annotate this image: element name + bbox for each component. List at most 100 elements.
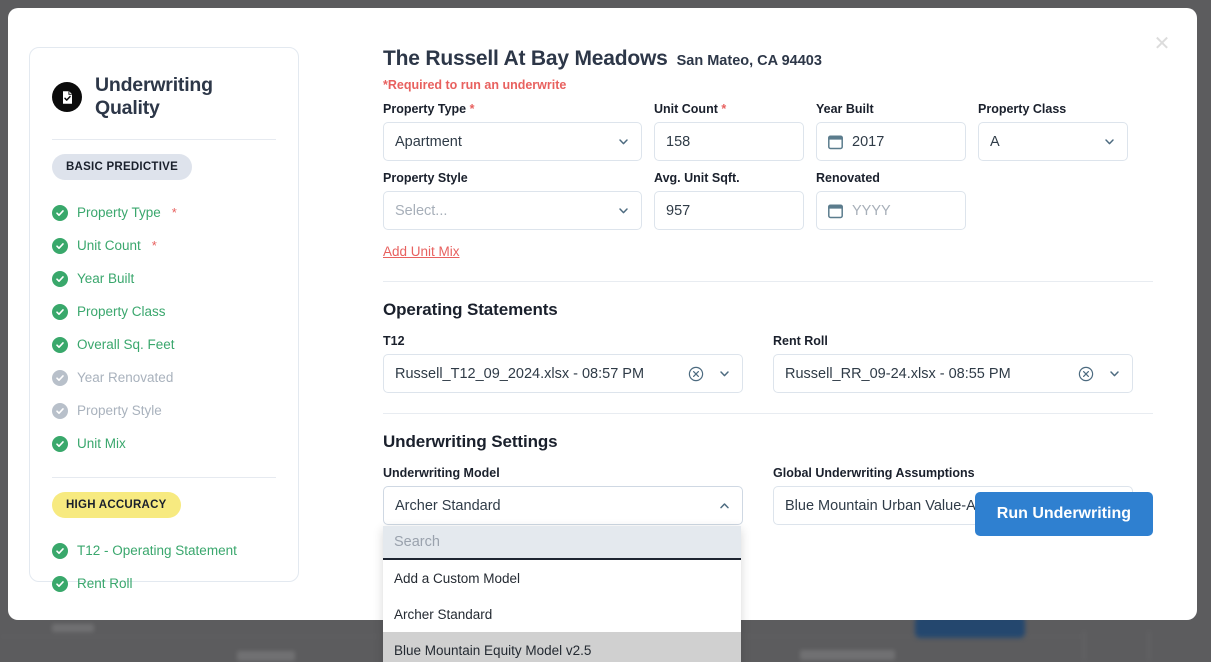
check-icon — [52, 543, 68, 559]
chevron-up-icon — [718, 499, 731, 512]
item-label: Property Style — [77, 403, 162, 418]
backdrop-text — [52, 624, 94, 632]
backdrop-text — [800, 650, 895, 660]
avg-unit-sqft-field: Avg. Unit Sqft. 957 — [654, 171, 804, 230]
panel-title: Underwriting Quality — [95, 74, 276, 120]
calendar-icon — [828, 134, 843, 150]
required-note: *Required to run an underwrite — [383, 78, 1153, 92]
underwriting-modal: ✕ Underwriting Quality BASIC PREDICTIVE … — [8, 8, 1197, 620]
property-type-value: Apartment — [395, 134, 611, 150]
chevron-down-icon — [1108, 367, 1121, 380]
sidebar-item-t12-operating-statement[interactable]: T12 - Operating Statement — [52, 534, 276, 567]
property-name: The Russell At Bay Meadows — [383, 47, 668, 71]
rent-roll-label: Rent Roll — [773, 334, 1133, 348]
divider — [52, 477, 276, 478]
underwriting-settings-section: Underwriting Settings Underwriting Model… — [383, 432, 1153, 525]
property-type-field: Property Type * Apartment — [383, 102, 642, 161]
unit-count-input[interactable]: 158 — [654, 122, 804, 161]
add-unit-mix-link[interactable]: Add Unit Mix — [383, 244, 460, 259]
property-form-row-2: Property Style Select... Avg. Unit Sqft.… — [383, 171, 1153, 230]
sidebar-item-year-built[interactable]: Year Built — [52, 262, 276, 295]
sidebar-item-unit-mix[interactable]: Unit Mix — [52, 427, 276, 460]
sidebar-header: Underwriting Quality — [52, 74, 276, 120]
item-label: Year Built — [77, 271, 134, 286]
check-icon — [52, 576, 68, 592]
divider — [383, 281, 1153, 282]
sidebar-item-unit-count[interactable]: Unit Count * — [52, 229, 276, 262]
underwriting-quality-panel: Underwriting Quality BASIC PREDICTIVE Pr… — [29, 47, 299, 582]
backdrop-divider — [1083, 630, 1085, 662]
year-built-label: Year Built — [816, 102, 966, 116]
property-address: San Mateo, CA 94403 — [677, 53, 822, 69]
operating-statements-row: T12 Russell_T12_09_2024.xlsx - 08:57 PM … — [383, 334, 1153, 393]
rent-roll-file-select[interactable]: Russell_RR_09-24.xlsx - 08:55 PM — [773, 354, 1133, 393]
chevron-down-icon — [617, 204, 630, 217]
avg-unit-sqft-value: 957 — [666, 203, 792, 219]
renovated-input[interactable]: YYYY — [816, 191, 966, 230]
property-style-select[interactable]: Select... — [383, 191, 642, 230]
chevron-down-icon — [1103, 135, 1116, 148]
underwriting-model-value: Archer Standard — [395, 498, 712, 514]
property-style-field: Property Style Select... — [383, 171, 642, 230]
required-marker: * — [172, 205, 177, 220]
t12-field: T12 Russell_T12_09_2024.xlsx - 08:57 PM — [383, 334, 743, 393]
property-type-label: Property Type * — [383, 102, 642, 116]
unit-count-label: Unit Count * — [654, 102, 804, 116]
item-label: Property Class — [77, 304, 166, 319]
backdrop-divider — [1148, 630, 1150, 662]
check-icon — [52, 304, 68, 320]
dropdown-search-input[interactable]: Search — [383, 526, 741, 560]
check-icon — [52, 271, 68, 287]
unit-count-value: 158 — [666, 134, 792, 150]
chevron-down-icon — [718, 367, 731, 380]
property-class-value: A — [990, 134, 1097, 150]
underwriting-settings-title: Underwriting Settings — [383, 432, 1153, 452]
global-assumptions-label: Global Underwriting Assumptions — [773, 466, 1133, 480]
check-icon — [52, 436, 68, 452]
rent-roll-field: Rent Roll Russell_RR_09-24.xlsx - 08:55 … — [773, 334, 1133, 393]
rent-roll-value: Russell_RR_09-24.xlsx - 08:55 PM — [785, 366, 1074, 382]
property-style-label: Property Style — [383, 171, 642, 185]
renovated-value: YYYY — [852, 203, 954, 219]
year-built-value: 2017 — [852, 134, 954, 150]
backdrop-text — [237, 651, 295, 661]
renovated-field: Renovated YYYY — [816, 171, 966, 230]
divider — [383, 413, 1153, 414]
t12-label: T12 — [383, 334, 743, 348]
sidebar-item-overall-sq-feet[interactable]: Overall Sq. Feet — [52, 328, 276, 361]
year-built-field: Year Built 2017 — [816, 102, 966, 161]
underwriting-form: The Russell At Bay Meadows San Mateo, CA… — [383, 47, 1153, 525]
dropdown-option-add-custom-model[interactable]: Add a Custom Model — [383, 560, 741, 596]
run-underwriting-button[interactable]: Run Underwriting — [975, 492, 1153, 536]
year-built-input[interactable]: 2017 — [816, 122, 966, 161]
item-label: Unit Count — [77, 238, 141, 253]
property-style-value: Select... — [395, 203, 611, 219]
item-label: Unit Mix — [77, 436, 126, 451]
dropdown-option-archer-standard[interactable]: Archer Standard — [383, 596, 741, 632]
check-icon — [52, 403, 68, 419]
property-form-row-1: Property Type * Apartment Unit Count * 1… — [383, 102, 1153, 161]
sidebar-item-year-renovated[interactable]: Year Renovated — [52, 361, 276, 394]
underwriting-model-label: Underwriting Model — [383, 466, 743, 480]
item-label: T12 - Operating Statement — [77, 543, 237, 558]
sidebar-item-rent-roll[interactable]: Rent Roll — [52, 567, 276, 600]
property-class-select[interactable]: A — [978, 122, 1128, 161]
renovated-label: Renovated — [816, 171, 966, 185]
sidebar-item-property-class[interactable]: Property Class — [52, 295, 276, 328]
property-type-select[interactable]: Apartment — [383, 122, 642, 161]
calendar-icon — [828, 203, 843, 219]
required-marker: * — [152, 238, 157, 253]
document-check-icon — [52, 82, 82, 112]
item-label: Property Type — [77, 205, 161, 220]
t12-file-select[interactable]: Russell_T12_09_2024.xlsx - 08:57 PM — [383, 354, 743, 393]
avg-unit-sqft-input[interactable]: 957 — [654, 191, 804, 230]
sidebar-item-property-style[interactable]: Property Style — [52, 394, 276, 427]
item-label: Rent Roll — [77, 576, 133, 591]
clear-icon[interactable] — [1078, 366, 1094, 382]
sidebar-item-property-type[interactable]: Property Type * — [52, 196, 276, 229]
clear-icon[interactable] — [688, 366, 704, 382]
high-accuracy-list: T12 - Operating Statement Rent Roll — [52, 534, 276, 600]
operating-statements-title: Operating Statements — [383, 300, 1153, 320]
dropdown-option-blue-mountain-equity-model[interactable]: Blue Mountain Equity Model v2.5 — [383, 632, 741, 662]
underwriting-model-select[interactable]: Archer Standard — [383, 486, 743, 525]
